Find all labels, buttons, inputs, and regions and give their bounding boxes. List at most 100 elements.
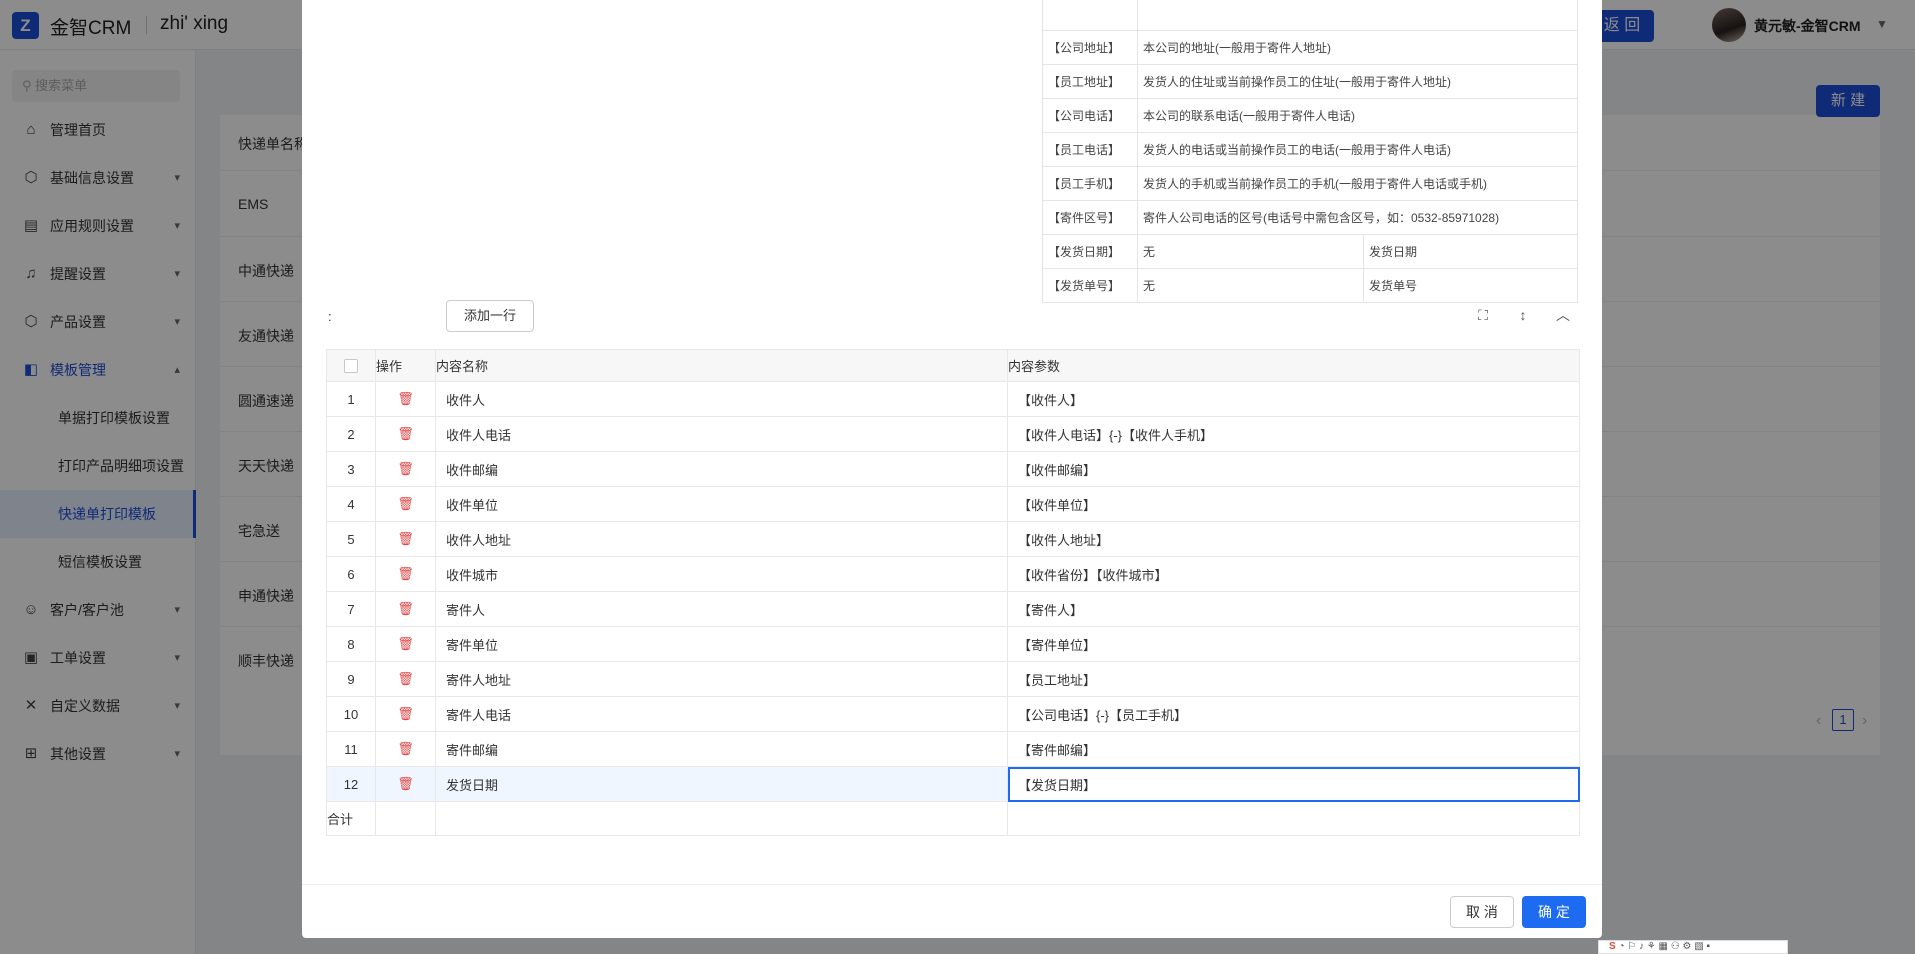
table-row[interactable]: 5 🗑 收件人地址 【收件人地址】 — [326, 521, 1580, 557]
select-all-cell[interactable] — [326, 349, 376, 382]
content-name-cell[interactable]: 寄件人 — [435, 591, 1008, 627]
cancel-button[interactable]: 取 消 — [1450, 896, 1514, 928]
param-desc: 发货人的住址或当前操作员工的住址(一般用于寄件人地址) — [1137, 64, 1578, 99]
content-param-cell[interactable]: 【收件人】 — [1007, 381, 1580, 417]
total-label: 合计 — [326, 801, 376, 836]
row-height-icon[interactable]: ↕ — [1513, 305, 1533, 325]
table-row[interactable]: 7 🗑 寄件人 【寄件人】 — [326, 591, 1580, 627]
table-header-row: 操作 内容名称 内容参数 — [326, 349, 1580, 382]
param-key: 【员工电话】 — [1042, 132, 1138, 167]
table-row — [1042, 0, 1578, 31]
row-number: 7 — [326, 591, 376, 627]
table-row[interactable]: 8 🗑 寄件单位 【寄件单位】 — [326, 626, 1580, 662]
table-row: 【员工电话】 发货人的电话或当前操作员工的电话(一般用于寄件人电话) — [1042, 132, 1578, 167]
content-param-cell[interactable]: 【寄件人】 — [1007, 591, 1580, 627]
delete-icon[interactable]: 🗑 — [375, 381, 436, 417]
content-name-cell[interactable]: 寄件人电话 — [435, 696, 1008, 732]
param-desc: 无 — [1137, 234, 1364, 269]
delete-icon[interactable]: 🗑 — [375, 731, 436, 767]
param-key: 【公司电话】 — [1042, 98, 1138, 133]
param-desc: 本公司的联系电话(一般用于寄件人电话) — [1137, 98, 1578, 133]
param-key: 【员工手机】 — [1042, 166, 1138, 201]
content-param-cell[interactable]: 【收件邮编】 — [1007, 451, 1580, 487]
delete-icon[interactable]: 🗑 — [375, 556, 436, 592]
delete-icon[interactable]: 🗑 — [375, 451, 436, 487]
row-number: 11 — [326, 731, 376, 767]
content-param-cell[interactable]: 【寄件单位】 — [1007, 626, 1580, 662]
express-template-modal: 【公司地址】 本公司的地址(一般用于寄件人地址) 【员工地址】 发货人的住址或当前操… — [302, 0, 1602, 938]
delete-icon[interactable]: 🗑 — [375, 416, 436, 452]
table-row[interactable]: 3 🗑 收件邮编 【收件邮编】 — [326, 451, 1580, 487]
delete-icon[interactable]: 🗑 — [375, 486, 436, 522]
delete-icon[interactable]: 🗑 — [375, 766, 436, 802]
param-key: 【发货日期】 — [1042, 234, 1138, 269]
row-number: 2 — [326, 416, 376, 452]
delete-icon[interactable]: 🗑 — [375, 591, 436, 627]
param-extra: 发货日期 — [1363, 234, 1578, 269]
content-name-cell[interactable]: 发货日期 — [435, 766, 1008, 802]
collapse-icon[interactable]: ︿ — [1553, 305, 1573, 325]
content-name-cell[interactable]: 收件城市 — [435, 556, 1008, 592]
ime-logo-icon: S — [1609, 941, 1616, 952]
row-number: 6 — [326, 556, 376, 592]
delete-icon[interactable]: 🗑 — [375, 521, 436, 557]
table-row[interactable]: 4 🗑 收件单位 【收件单位】 — [326, 486, 1580, 522]
content-param-cell[interactable]: 【收件单位】 — [1007, 486, 1580, 522]
content-name-cell[interactable]: 收件单位 — [435, 486, 1008, 522]
param-key: 【发货单号】 — [1042, 268, 1138, 303]
param-header: 内容参数 — [1007, 349, 1580, 382]
table-row-selected[interactable]: 12 🗑 发货日期 【发货日期】 — [326, 766, 1580, 802]
confirm-button[interactable]: 确 定 — [1522, 896, 1586, 928]
content-name-cell[interactable]: 寄件单位 — [435, 626, 1008, 662]
content-name-cell[interactable]: 收件人 — [435, 381, 1008, 417]
content-name-cell[interactable]: 收件人电话 — [435, 416, 1008, 452]
table-row[interactable]: 6 🗑 收件城市 【收件省份】【收件城市】 — [326, 556, 1580, 592]
row-number: 10 — [326, 696, 376, 732]
content-param-editor[interactable]: 【发货日期】 — [1007, 766, 1580, 802]
param-desc — [1137, 0, 1578, 31]
table-row: 【员工手机】 发货人的手机或当前操作员工的手机(一般用于寄件人电话或手机) — [1042, 166, 1578, 201]
select-all-checkbox[interactable] — [344, 359, 358, 374]
content-param-cell[interactable]: 【收件人地址】 — [1007, 521, 1580, 557]
table-row: 【发货单号】无发货单号 — [1042, 268, 1578, 303]
table-row: 【员工地址】 发货人的住址或当前操作员工的住址(一般用于寄件人地址) — [1042, 64, 1578, 99]
param-key: 【员工地址】 — [1042, 64, 1138, 99]
total-row: 合计 — [326, 801, 1580, 836]
fullscreen-icon[interactable]: ⛶ — [1473, 305, 1493, 325]
table-row[interactable]: 2 🗑 收件人电话 【收件人电话】{-}【收件人手机】 — [326, 416, 1580, 452]
content-grid: 操作 内容名称 内容参数 1 🗑 收件人 【收件人】 2 🗑 收件人电话 【收件人电话】{-… — [326, 349, 1580, 836]
op-header: 操作 — [375, 349, 436, 382]
content-param-cell[interactable]: 【收件省份】【收件城市】 — [1007, 556, 1580, 592]
delete-icon[interactable]: 🗑 — [375, 626, 436, 662]
param-extra: 发货单号 — [1363, 268, 1578, 303]
delete-icon[interactable]: 🗑 — [375, 696, 436, 732]
content-param-cell[interactable]: 【收件人电话】{-}【收件人手机】 — [1007, 416, 1580, 452]
table-row: 【公司地址】 本公司的地址(一般用于寄件人地址) — [1042, 30, 1578, 65]
divider — [302, 884, 1602, 885]
table-row[interactable]: 9 🗑 寄件人地址 【员工地址】 — [326, 661, 1580, 697]
param-key: 【寄件区号】 — [1042, 200, 1138, 235]
delete-icon[interactable]: 🗑 — [375, 661, 436, 697]
table-row[interactable]: 10 🗑 寄件人电话 【公司电话】{-}【员工手机】 — [326, 696, 1580, 732]
content-param-cell[interactable]: 【员工地址】 — [1007, 661, 1580, 697]
table-row[interactable]: 1 🗑 收件人 【收件人】 — [326, 381, 1580, 417]
ime-toolbar[interactable]: S ◔ ⚐ ♪ ⚘ ▦ ⚇ ⚙ ▧ ▪ — [1598, 940, 1788, 954]
content-param-cell[interactable]: 【寄件邮编】 — [1007, 731, 1580, 767]
table-row: 【公司电话】 本公司的联系电话(一般用于寄件人电话) — [1042, 98, 1578, 133]
content-param-cell[interactable]: 【公司电话】{-}【员工手机】 — [1007, 696, 1580, 732]
total-cell — [375, 801, 436, 836]
param-key — [1042, 0, 1138, 31]
content-name-cell[interactable]: 收件邮编 — [435, 451, 1008, 487]
param-desc: 发货人的电话或当前操作员工的电话(一般用于寄件人电话) — [1137, 132, 1578, 167]
param-desc: 寄件人公司电话的区号(电话号中需包含区号，如：0532-85971028) — [1137, 200, 1578, 235]
row-number: 9 — [326, 661, 376, 697]
add-row-button[interactable]: 添加一行 — [446, 300, 534, 332]
total-cell — [435, 801, 1008, 836]
table-row[interactable]: 11 🗑 寄件邮编 【寄件邮编】 — [326, 731, 1580, 767]
param-desc: 本公司的地址(一般用于寄件人地址) — [1137, 30, 1578, 65]
content-name-cell[interactable]: 收件人地址 — [435, 521, 1008, 557]
row-number: 12 — [326, 766, 376, 802]
content-name-cell[interactable]: 寄件人地址 — [435, 661, 1008, 697]
content-name-cell[interactable]: 寄件邮编 — [435, 731, 1008, 767]
table-row: 【寄件区号】 寄件人公司电话的区号(电话号中需包含区号，如：0532-859710… — [1042, 200, 1578, 235]
